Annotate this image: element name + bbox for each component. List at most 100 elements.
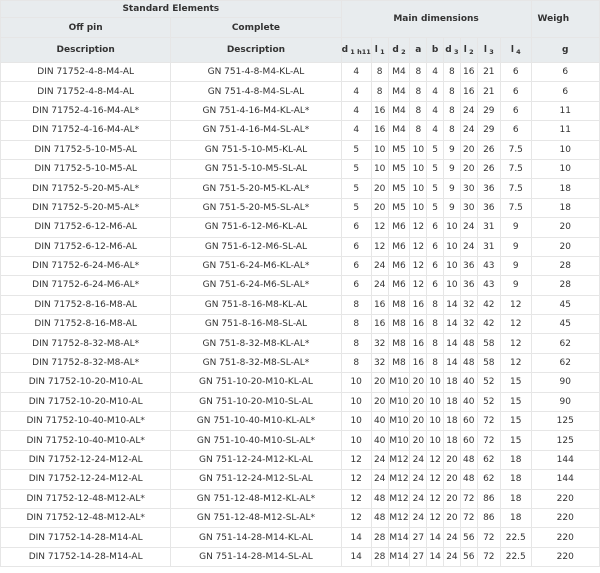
dimension-cell: 27 — [409, 527, 428, 548]
off-pin-description-cell: DIN 71752-10-20-M10-AL — [0, 372, 172, 393]
dimension-cell: 30 — [459, 197, 478, 219]
dimension-cell: M12 — [387, 469, 411, 490]
dimension-cell: 20 — [442, 488, 461, 509]
dimension-cell: 8 — [370, 61, 389, 83]
dimension-col-header: d 2 — [387, 37, 411, 63]
dimension-col-header: l 1 — [370, 37, 389, 63]
dimension-cell: 10 — [409, 158, 428, 180]
off-pin-description-cell: DIN 71752-14-28-M14-AL — [0, 546, 172, 568]
dimension-cell: 43 — [476, 275, 502, 296]
dimension-cell: M12 — [387, 449, 411, 471]
dimension-cell: 16 — [370, 100, 389, 122]
dimension-cell: 24 — [370, 449, 389, 471]
dimension-cell: 6 — [500, 120, 532, 141]
dimension-cell: 90 — [530, 372, 600, 393]
dimension-cell: M6 — [387, 275, 411, 296]
dimension-cell: 18 — [500, 449, 532, 471]
dimension-cell: 8 — [340, 314, 372, 335]
dimension-cell: 20 — [459, 139, 478, 160]
dimension-cell: 22.5 — [500, 527, 532, 548]
dimension-cell: 14 — [426, 546, 444, 568]
dimension-cell: 21 — [476, 61, 502, 83]
dimension-cell: 29 — [476, 120, 502, 141]
dimension-cell: 48 — [370, 507, 389, 529]
complete-description-cell: GN 751-5-20-M5-KL-AL* — [170, 178, 342, 199]
dimension-cell: 8 — [340, 333, 372, 354]
off-pin-description-cell: DIN 71752-14-28-M14-AL — [0, 527, 172, 548]
dimension-cell: 9 — [500, 217, 532, 238]
dimension-cell: 24 — [459, 120, 478, 141]
dimension-cell: 36 — [476, 178, 502, 199]
dimension-cell: 220 — [530, 488, 600, 509]
dimension-cell: 10 — [442, 275, 461, 296]
table-row: DIN 71752-8-16-M8-AL GN 751-8-16-M8-KL-AL… — [0, 294, 600, 316]
dimension-cell: 4 — [426, 61, 444, 83]
table-body: DIN 71752-4-8-M4-AL GN 751-4-8-M4-KL-AL 4 8… — [0, 61, 600, 568]
dimension-cell: 14 — [442, 294, 461, 316]
table-row: DIN 71752-6-12-M6-AL GN 751-6-12-M6-SL-AL… — [0, 236, 600, 257]
dimension-cell: 24 — [459, 217, 478, 238]
dimension-cell: 32 — [459, 294, 478, 316]
table-row: DIN 71752-5-20-M5-AL* GN 751-5-20-M5-KL-A… — [0, 178, 600, 199]
dimension-cell: 62 — [530, 333, 600, 354]
dimension-cell: 10 — [340, 391, 372, 413]
dimension-cell: 6 — [500, 81, 532, 102]
dimension-cell: 12 — [426, 469, 444, 490]
complete-description-cell: GN 751-5-20-M5-SL-AL* — [170, 197, 342, 219]
off-pin-description-cell: DIN 71752-6-24-M6-AL* — [0, 255, 172, 277]
dimension-cell: 7.5 — [500, 197, 532, 219]
table-row: DIN 71752-10-40-M10-AL* GN 751-10-40-M10-… — [0, 411, 600, 432]
dimension-cell: 12 — [426, 488, 444, 509]
complete-description-cell: GN 751-10-20-M10-SL-AL — [170, 391, 342, 413]
dimension-cell: 10 — [426, 391, 444, 413]
weight-header: Weigh — [530, 0, 600, 38]
dimension-cell: M10 — [387, 372, 411, 393]
dimension-cell: 9 — [442, 139, 461, 160]
standard-elements-header: Standard Elements — [0, 0, 342, 18]
dimension-cell: 45 — [530, 294, 600, 316]
table-row: DIN 71752-10-20-M10-AL GN 751-10-20-M10-S… — [0, 391, 600, 413]
dimension-cell: 42 — [476, 314, 502, 335]
off-pin-description-cell: DIN 71752-4-16-M4-AL* — [0, 120, 172, 141]
dimension-cell: 8 — [442, 120, 461, 141]
dimension-cell: M10 — [387, 411, 411, 432]
complete-description-cell: GN 751-4-8-M4-SL-AL — [170, 81, 342, 102]
complete-description-cell: GN 751-8-32-M8-KL-AL* — [170, 333, 342, 354]
complete-description-cell: GN 751-8-16-M8-KL-AL — [170, 294, 342, 316]
dimension-cell: 20 — [442, 469, 461, 490]
dimension-cell: 12 — [340, 449, 372, 471]
col-header-subscript: 2 — [466, 47, 474, 56]
dimension-cell: 18 — [442, 391, 461, 413]
dimension-cell: 32 — [370, 333, 389, 354]
dimension-cell: 16 — [459, 61, 478, 83]
dimension-cell: 14 — [442, 352, 461, 374]
dimension-cell: M6 — [387, 236, 411, 257]
dimension-cell: 20 — [370, 391, 389, 413]
dimension-cell: 5 — [426, 139, 444, 160]
dimension-cell: 12 — [370, 236, 389, 257]
dimension-cell: 11 — [530, 100, 600, 122]
dimension-cell: 16 — [370, 120, 389, 141]
dimension-cell: 8 — [442, 61, 461, 83]
dimension-cell: 24 — [442, 546, 461, 568]
dimension-cell: 10 — [530, 158, 600, 180]
table-row: DIN 71752-14-28-M14-AL GN 751-14-28-M14-S… — [0, 546, 600, 568]
dimension-cell: 9 — [500, 236, 532, 257]
table-row: DIN 71752-5-10-M5-AL GN 751-5-10-M5-SL-AL… — [0, 158, 600, 180]
dimension-cell: 10 — [442, 236, 461, 257]
dimension-cell: 10 — [426, 430, 444, 451]
complete-description-cell: GN 751-5-10-M5-SL-AL — [170, 158, 342, 180]
dimension-cell: 20 — [370, 372, 389, 393]
dimension-cell: 6 — [340, 236, 372, 257]
dimension-cell: M4 — [387, 61, 411, 83]
dimension-cell: 16 — [459, 81, 478, 102]
complete-header: Complete — [170, 17, 342, 38]
complete-description-cell: GN 751-8-16-M8-SL-AL — [170, 314, 342, 335]
dimension-cell: 10 — [442, 217, 461, 238]
dimension-cell: 4 — [340, 120, 372, 141]
dimension-cell: 4 — [340, 81, 372, 102]
table-row: DIN 71752-14-28-M14-AL GN 751-14-28-M14-K… — [0, 527, 600, 548]
dimension-cell: 5 — [340, 197, 372, 219]
off-pin-description-cell: DIN 71752-4-8-M4-AL — [0, 61, 172, 83]
dimension-cell: 62 — [476, 449, 502, 471]
